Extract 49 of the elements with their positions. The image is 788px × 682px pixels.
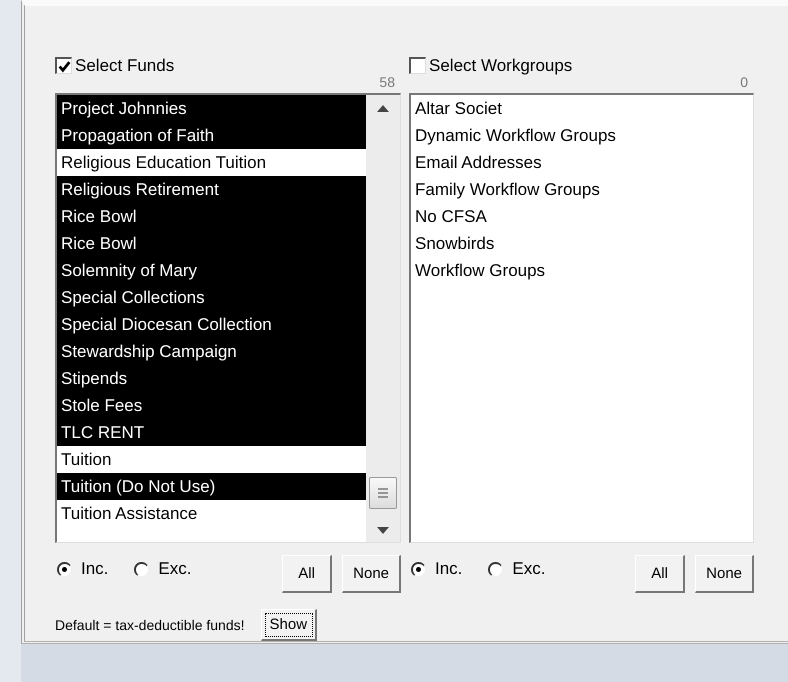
list-item[interactable]: Snowbirds [411,230,753,257]
list-item[interactable]: Tuition [57,446,366,473]
radio-button[interactable] [57,562,72,576]
select-button[interactable]: All [635,555,686,593]
list-item[interactable]: Tuition Assistance [57,500,366,527]
list-item[interactable]: Email Addresses [411,149,753,176]
list-item[interactable]: Stewardship Campaign [57,338,366,365]
list-item[interactable]: Tuition (Do Not Use) [57,473,366,500]
list-item[interactable]: No CFSA [411,203,753,230]
item-count: 58 [379,74,395,90]
list-item[interactable]: Special Diocesan Collection [57,311,366,338]
list-item[interactable]: Solemnity of Mary [57,257,366,284]
scroll-down-icon[interactable] [377,527,389,534]
show-button[interactable]: Show [260,609,318,641]
checkbox[interactable] [409,57,426,74]
list-item[interactable]: Family Workflow Groups [411,176,753,203]
select-button[interactable]: None [342,555,401,593]
radio-label[interactable]: Exc. [512,559,546,579]
radio-button[interactable] [134,562,150,576]
list-item[interactable]: Altar Societ [411,95,753,122]
select-button[interactable]: None [695,555,754,593]
radio-label[interactable]: Exc. [158,559,192,579]
list-item[interactable]: Religious Education Tuition [57,149,366,176]
list-item[interactable]: TLC RENT [57,419,366,446]
scroll-thumb[interactable] [369,477,397,509]
hint-text: Default = tax-deductible funds! [55,617,245,633]
list-item[interactable]: Special Collections [57,284,366,311]
item-count: 0 [740,74,748,90]
checkbox[interactable] [55,57,72,74]
list-item[interactable]: Rice Bowl [57,230,366,257]
radio-button[interactable] [411,562,426,576]
list-item[interactable]: Dynamic Workflow Groups [411,122,753,149]
checkbox-label[interactable]: Select Funds [75,56,174,76]
list-item[interactable]: Rice Bowl [57,203,366,230]
list-box[interactable] [55,93,401,543]
list-item[interactable]: Stole Fees [57,392,366,419]
list-item[interactable]: Workflow Groups [411,257,753,284]
list-box[interactable]: Altar Societ Dynamic Workflow Groups Email Addresses Family Workflow Groups No CFSA Snowbirds Workflow Groups [409,93,754,543]
radio-button[interactable] [488,562,504,576]
list-item[interactable]: Propagation of Faith [57,122,366,149]
checkbox-label[interactable]: Select Workgroups [429,56,572,76]
scroll-up-icon[interactable] [377,105,389,112]
scrollbar[interactable] [366,95,400,542]
list-item[interactable]: Stipends [57,365,366,392]
list-item[interactable]: Project Johnnies [57,95,366,122]
radio-label[interactable]: Inc. [435,559,462,579]
radio-label[interactable]: Inc. [81,559,108,579]
list-item[interactable]: Religious Retirement [57,176,366,203]
select-button[interactable]: All [282,555,332,593]
